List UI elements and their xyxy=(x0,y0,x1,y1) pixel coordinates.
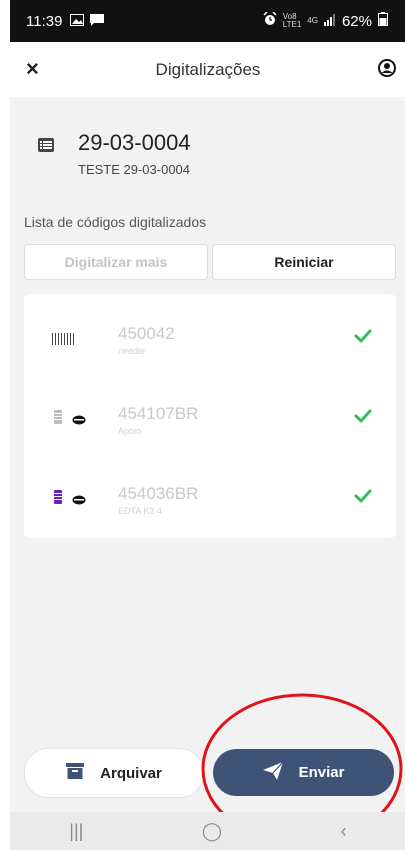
page-title: Digitalizações xyxy=(155,59,261,79)
list-actions: Digitalizar mais Reiniciar xyxy=(24,244,396,280)
item-code: 454107BR xyxy=(118,404,199,423)
battery-icon xyxy=(378,12,388,30)
gallery-icon xyxy=(70,13,85,30)
signal-icon xyxy=(323,13,336,30)
back-icon[interactable]: ‹ xyxy=(341,821,347,842)
archive-label: Arquivar xyxy=(100,764,162,782)
list-item[interactable]: 454107BR Apoio xyxy=(24,380,396,450)
status-right: Vo8 LTE1 4G 62% xyxy=(263,11,388,30)
send-icon xyxy=(262,761,284,784)
scan-more-button[interactable]: Digitalizar mais xyxy=(24,244,208,280)
network-label: Vo8 LTE1 xyxy=(282,12,302,29)
item-description: needle xyxy=(118,346,146,356)
alarm-icon xyxy=(263,11,277,30)
system-nav-bar: ||| ◯ ‹ xyxy=(10,812,405,850)
recent-apps-icon[interactable]: ||| xyxy=(69,821,83,842)
tube-icon xyxy=(54,490,62,504)
archive-button[interactable]: Arquivar xyxy=(24,748,204,798)
item-description: Apoio xyxy=(118,426,142,436)
barcode-icon xyxy=(52,332,76,345)
message-icon xyxy=(90,13,105,30)
status-bar: 11:39 Vo8 LTE1 4G 62% xyxy=(10,0,405,42)
item-description: EDTA K3 4 xyxy=(118,506,162,516)
list-item[interactable]: 454036BR EDTA K3 4 xyxy=(24,460,396,530)
send-button[interactable]: Enviar xyxy=(213,749,394,796)
tube-cap-icon xyxy=(72,412,86,425)
check-icon xyxy=(354,488,372,504)
document-code: 29-03-0004 xyxy=(78,130,191,155)
send-label: Enviar xyxy=(298,764,345,781)
network-type: 4G xyxy=(307,16,318,25)
list-icon xyxy=(38,138,54,152)
app-header: × Digitalizações xyxy=(10,42,405,97)
left-edge xyxy=(0,0,10,850)
tube-cap-icon xyxy=(72,492,86,505)
restart-button[interactable]: Reiniciar xyxy=(212,244,396,280)
user-icon[interactable] xyxy=(378,59,396,77)
battery-level: 62% xyxy=(341,12,372,30)
home-icon[interactable]: ◯ xyxy=(202,821,222,842)
list-title: Lista de códigos digitalizados xyxy=(24,214,207,230)
close-icon[interactable]: × xyxy=(26,56,39,82)
tube-icon xyxy=(54,410,62,424)
check-icon xyxy=(354,408,372,424)
list-item[interactable]: 450042 needle xyxy=(24,300,396,370)
item-code: 454036BR xyxy=(118,484,199,503)
scanned-codes-list: 450042 needle 454107BR Apoio 454036BR ED… xyxy=(24,294,396,538)
status-time: 11:39 xyxy=(26,12,63,30)
archive-icon xyxy=(66,763,85,783)
item-code: 450042 xyxy=(118,324,175,343)
document-subtitle: TESTE 29-03-0004 xyxy=(78,162,191,177)
check-icon xyxy=(354,328,372,344)
